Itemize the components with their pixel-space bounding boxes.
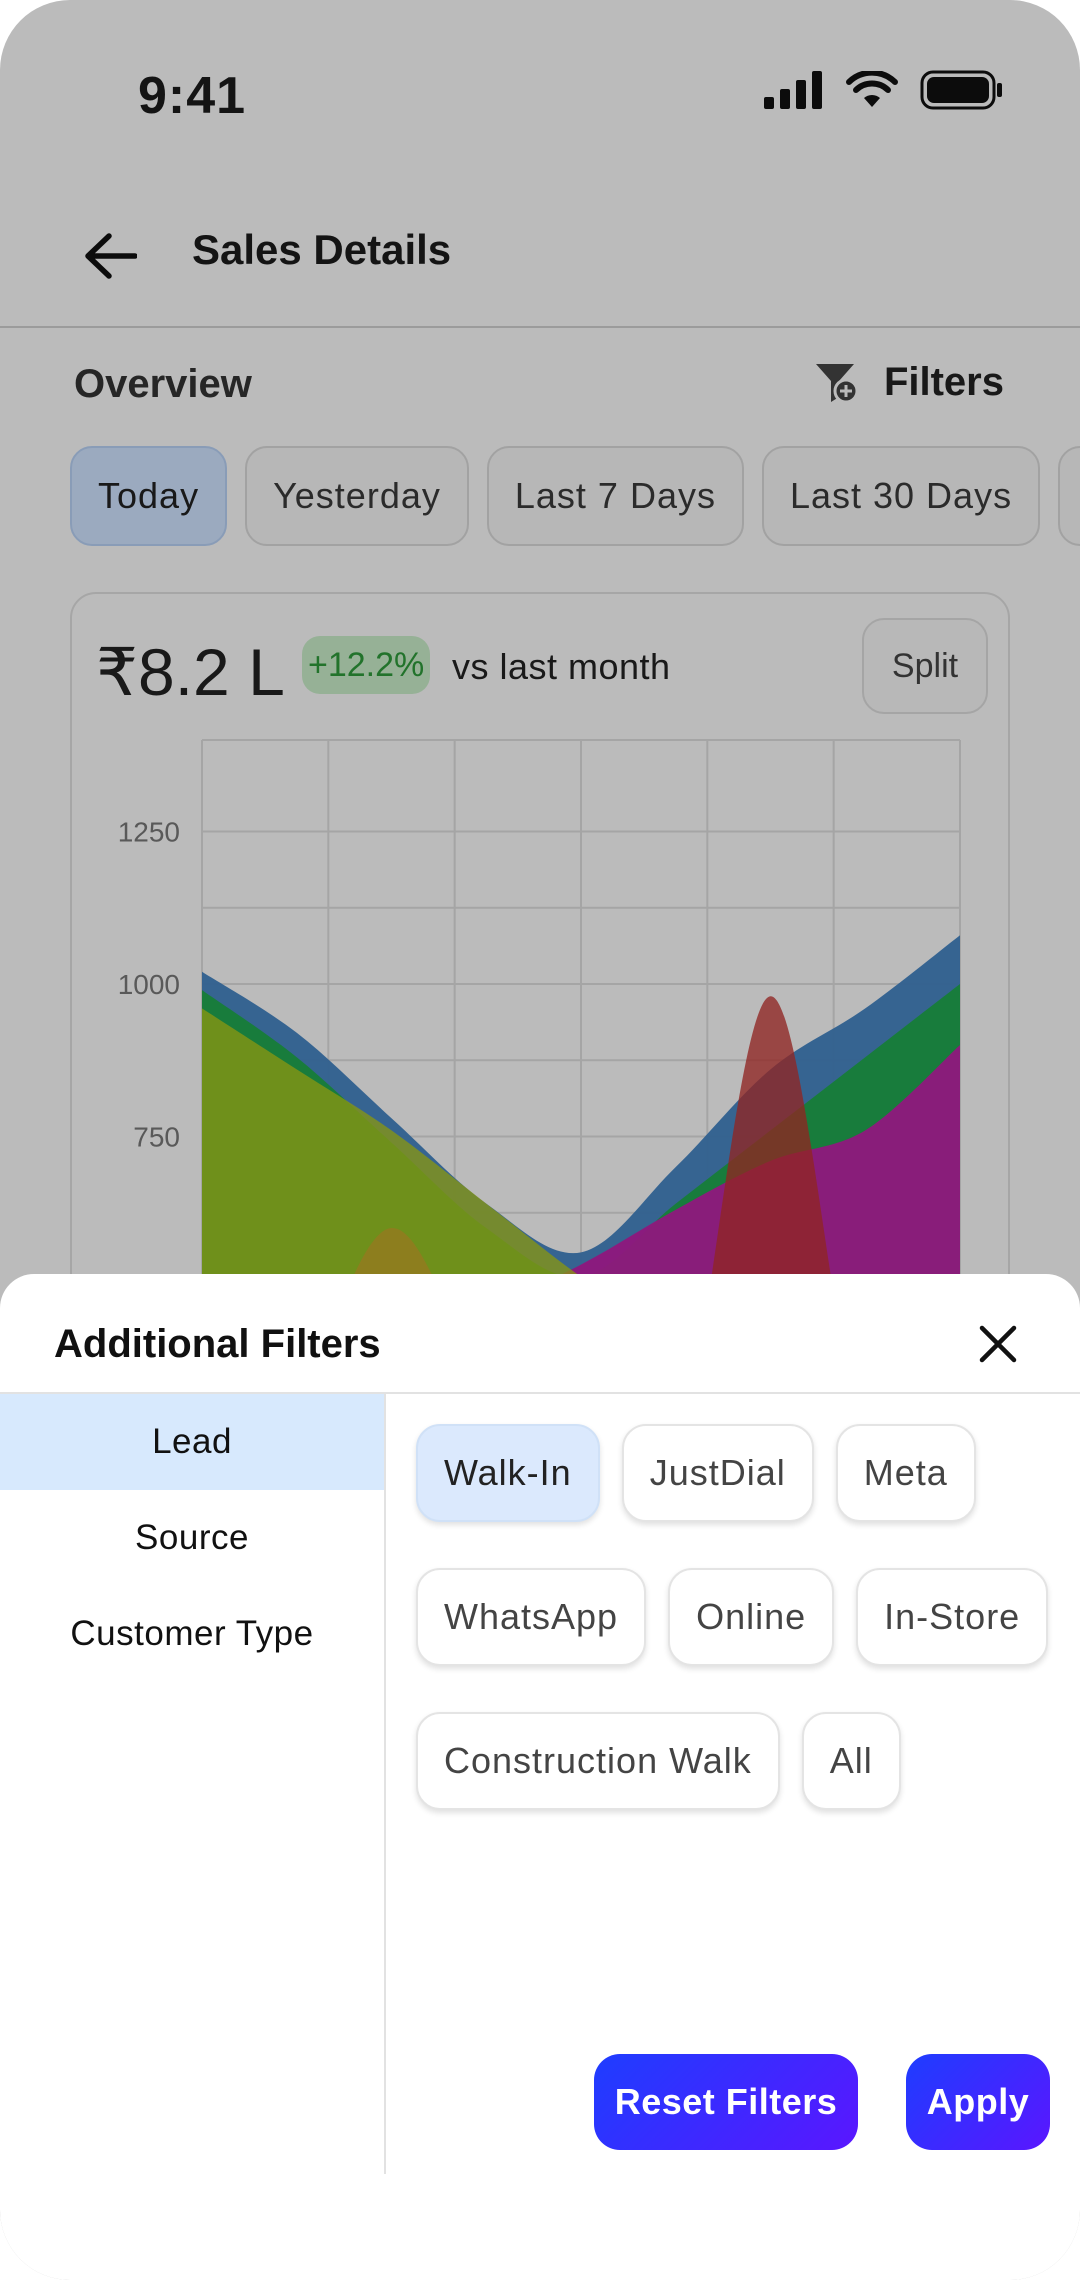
close-button[interactable] xyxy=(972,1318,1024,1370)
option-in-store[interactable]: In-Store xyxy=(856,1568,1049,1666)
option-justdial[interactable]: JustDial xyxy=(621,1424,814,1522)
option-online[interactable]: Online xyxy=(668,1568,835,1666)
option-walk-in[interactable]: Walk-In xyxy=(416,1424,600,1522)
option-construction-walk[interactable]: Construction Walk xyxy=(416,1712,780,1810)
nav-item-lead[interactable]: Lead xyxy=(0,1394,384,1490)
sheet-header: Additional Filters xyxy=(0,1274,1080,1394)
nav-item-customer-type[interactable]: Customer Type xyxy=(0,1586,384,1682)
close-icon xyxy=(979,1325,1017,1363)
reset-filters-button[interactable]: Reset Filters xyxy=(594,2054,858,2150)
nav-item-source[interactable]: Source xyxy=(0,1490,384,1586)
additional-filters-sheet: Additional Filters Lead Source Customer … xyxy=(0,1274,1080,2280)
option-all[interactable]: All xyxy=(801,1712,901,1810)
sheet-title: Additional Filters xyxy=(54,1322,381,1366)
filter-options: Walk-In JustDial Meta WhatsApp Online In… xyxy=(416,1424,1056,1856)
option-meta[interactable]: Meta xyxy=(835,1424,976,1522)
options-row: WhatsApp Online In-Store xyxy=(416,1568,1056,1666)
options-row: Construction Walk All xyxy=(416,1712,1056,1810)
option-whatsapp[interactable]: WhatsApp xyxy=(416,1568,647,1666)
apply-button[interactable]: Apply xyxy=(906,2054,1050,2150)
phone-frame: 9:41 Sales Details Overview Filters Toda… xyxy=(0,0,1080,2280)
options-row: Walk-In JustDial Meta xyxy=(416,1424,1056,1522)
filter-category-nav: Lead Source Customer Type xyxy=(0,1394,386,2174)
